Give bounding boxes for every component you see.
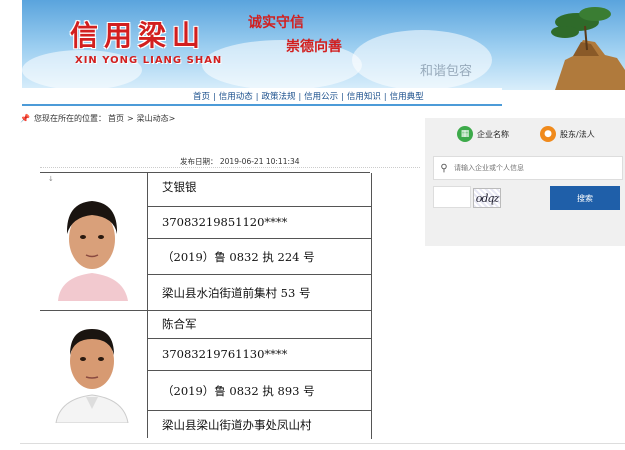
slogan-line-2: 崇德向善 [286, 39, 342, 55]
address: 梁山县水泊街道前集村 53 号 [162, 286, 311, 300]
id-row: 37083219851120**** [148, 207, 372, 239]
tab-company-label: 企业名称 [477, 129, 509, 139]
search-button[interactable]: 搜索 [550, 186, 620, 210]
name-row: 艾银银 [148, 173, 372, 207]
case-row: （2019）鲁 0832 执 224 号 [148, 239, 372, 275]
divider [40, 167, 420, 168]
publish-date-label: 发布日期： [180, 157, 218, 166]
nav-item-credit-knowledge[interactable]: 信用知识 [347, 90, 381, 102]
person-icon: ● [540, 126, 556, 142]
photo-cell [40, 311, 148, 438]
address: 梁山县梁山街道办事处凤山村 [162, 418, 312, 432]
info-cell: 陈合军 37083219761130**** （2019）鲁 0832 执 89… [148, 311, 372, 439]
breadcrumb-separator: > [168, 114, 176, 123]
building-icon: ▦ [457, 126, 473, 142]
search-input[interactable] [454, 164, 614, 172]
nav-item-credit-news[interactable]: 信用动态 [219, 90, 253, 102]
table-row: ↓ 艾银银 37083219851120**** （2019）鲁 0832 执 … [40, 172, 372, 311]
site-banner: 信用梁山 XIN YONG LIANG SHAN 诚实守信 崇德向善 和谐包容 [22, 0, 625, 90]
location-pin-icon: 📌 [20, 114, 30, 123]
id-row: 37083219761130**** [148, 339, 372, 371]
case-row: （2019）鲁 0832 执 893 号 [148, 371, 372, 411]
id-number: 37083219851120**** [162, 215, 288, 229]
slogan-line-1: 诚实守信 [248, 15, 304, 31]
tab-company-name[interactable]: ▦ 企业名称 [457, 126, 509, 142]
case-number: （2019）鲁 0832 执 224 号 [162, 250, 315, 264]
person-name: 艾银银 [162, 180, 197, 194]
nav-separator: | [255, 91, 259, 101]
person-name: 陈合军 [162, 317, 197, 331]
captcha-input[interactable] [433, 186, 471, 208]
case-number: （2019）鲁 0832 执 893 号 [162, 384, 315, 398]
id-number: 37083219761130**** [162, 347, 288, 361]
paragraph-mark-icon: ↓ [48, 175, 54, 183]
breadcrumb-separator: > [126, 114, 134, 123]
site-logo-english: XIN YONG LIANG SHAN [75, 55, 223, 66]
credit-search-panel: ▦ 企业名称 ● 股东/法人 ⚲ odqz 搜索 [425, 118, 625, 246]
photo-cell: ↓ [40, 173, 148, 310]
breadcrumb: 📌 您现在所在的位置： 首页 > 梁山动态 > [20, 113, 175, 124]
nav-separator: | [298, 91, 302, 101]
address-row: 梁山县梁山街道办事处凤山村 [148, 411, 372, 439]
breadcrumb-section-link[interactable]: 梁山动态 [137, 113, 169, 124]
publish-date: 发布日期： 2019-06-21 10:11:34 [180, 156, 300, 167]
tab-shareholder-label: 股东/法人 [560, 129, 595, 139]
nav-item-policies[interactable]: 政策法规 [261, 90, 295, 102]
search-icon: ⚲ [440, 162, 448, 174]
person-photo [50, 319, 134, 423]
info-cell: 艾银银 37083219851120**** （2019）鲁 0832 执 22… [148, 173, 372, 311]
mountain-pine-image [551, 7, 625, 90]
address-row: 梁山县水泊街道前集村 53 号 [148, 275, 372, 311]
divider [20, 443, 625, 444]
page: 信用梁山 XIN YONG LIANG SHAN 诚实守信 崇德向善 和谐包容 … [0, 0, 625, 450]
banner-watermark: 和谐包容 [420, 64, 473, 79]
captcha-image[interactable]: odqz [473, 188, 501, 208]
search-field-wrapper: ⚲ [433, 156, 623, 180]
site-logo[interactable]: 信用梁山 [70, 14, 206, 54]
person-photo [50, 189, 134, 301]
breadcrumb-home-link[interactable]: 首页 [108, 113, 124, 124]
breadcrumb-prefix: 您现在所在的位置： [33, 114, 106, 123]
name-row: 陈合军 [148, 311, 372, 339]
nav-separator: | [213, 91, 216, 101]
table-row: 陈合军 37083219761130**** （2019）鲁 0832 执 89… [40, 310, 372, 439]
nav-item-credit-publicity[interactable]: 信用公示 [304, 90, 338, 102]
nav-item-credit-examples[interactable]: 信用典型 [390, 90, 424, 102]
publish-date-value: 2019-06-21 10:11:34 [219, 157, 300, 166]
nav-separator: | [383, 91, 387, 101]
nav-item-home[interactable]: 首页 [193, 90, 210, 102]
main-nav: 首页 | 信用动态 | 政策法规 | 信用公示 | 信用知识 | 信用典型 [22, 88, 502, 106]
tab-shareholder[interactable]: ● 股东/法人 [540, 126, 595, 142]
nav-separator: | [341, 91, 344, 101]
